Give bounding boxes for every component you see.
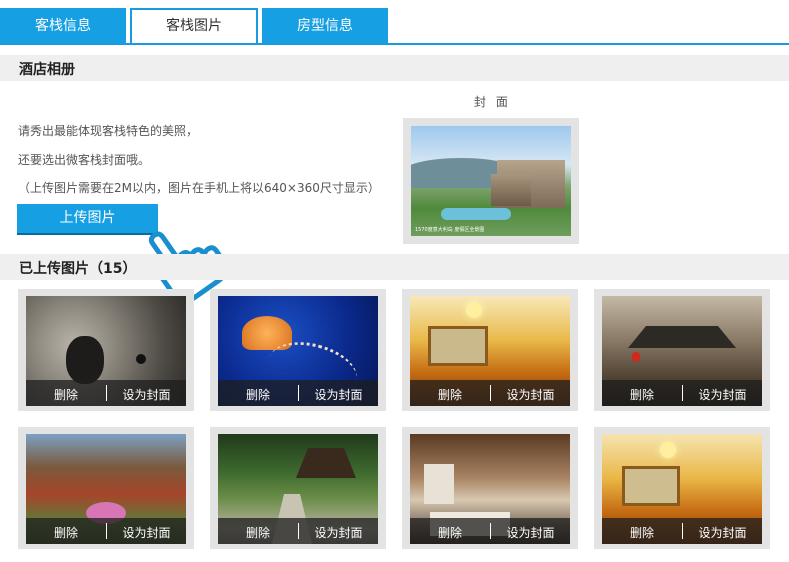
photo-thumb-jellyfish[interactable]: 删除 设为封面	[218, 296, 378, 406]
set-cover-button[interactable]: 设为封面	[299, 386, 378, 403]
delete-button[interactable]: 删除	[410, 524, 490, 541]
tab-bar: 客栈信息 客栈图片 房型信息	[0, 0, 789, 45]
photo-action-bar: 删除 设为封面	[26, 518, 186, 544]
tab-room-types[interactable]: 房型信息	[262, 8, 388, 45]
album-desc-line1: 请秀出最能体现客栈特色的美照，	[18, 124, 199, 138]
tab-underline	[0, 43, 789, 45]
photo-thumb-garden[interactable]: 删除 设为封面	[218, 434, 378, 544]
tab-inn-info[interactable]: 客栈信息	[0, 8, 126, 45]
town-lantern	[632, 352, 640, 362]
photo-action-bar: 删除 设为封面	[218, 380, 378, 406]
delete-button[interactable]: 删除	[602, 524, 682, 541]
set-cover-button[interactable]: 设为封面	[491, 524, 570, 541]
delete-button[interactable]: 删除	[410, 386, 490, 403]
set-cover-button[interactable]: 设为封面	[107, 524, 186, 541]
cover-pool	[441, 208, 511, 220]
photo-action-bar: 删除 设为封面	[218, 518, 378, 544]
delete-button[interactable]: 删除	[218, 386, 298, 403]
album-section-title: 酒店相册	[19, 62, 75, 78]
photo-action-bar: 删除 设为封面	[26, 380, 186, 406]
photo-action-bar: 删除 设为封面	[602, 380, 762, 406]
photo-card: 删除 设为封面	[18, 427, 194, 549]
cover-photo: 1570度意大利岛 度假区全景图	[411, 126, 571, 236]
photo-card: 删除 设为封面	[402, 289, 578, 411]
cover-caption: 1570度意大利岛 度假区全景图	[415, 227, 485, 233]
album-section-header: 酒店相册	[0, 55, 789, 81]
photo-card: 删除 设为封面	[210, 427, 386, 549]
album-desc-line2: 还要选出微客栈封面哦。	[18, 153, 151, 167]
photo-action-bar: 删除 设为封面	[410, 380, 570, 406]
cover-label: 封 面	[474, 95, 511, 109]
hall-painting	[428, 326, 488, 366]
photo-action-bar: 删除 设为封面	[602, 518, 762, 544]
set-cover-button[interactable]: 设为封面	[683, 386, 762, 403]
photo-thumb-flower-street[interactable]: 删除 设为封面	[26, 434, 186, 544]
photo-card: 删除 设为封面	[402, 427, 578, 549]
koala-eye	[136, 354, 146, 364]
photo-thumb-golden-hall[interactable]: 删除 设为封面	[410, 296, 570, 406]
photo-card: 删除 设为封面	[594, 427, 770, 549]
photo-card: 删除 设为封面	[18, 289, 194, 411]
town-roof	[628, 326, 736, 348]
album-desc-line3: （上传图片需要在2M以内，图片在手机上将以640×360尺寸显示）	[18, 181, 380, 195]
tab-inn-photos[interactable]: 客栈图片	[130, 8, 258, 45]
set-cover-button[interactable]: 设为封面	[107, 386, 186, 403]
set-cover-button[interactable]: 设为封面	[683, 524, 762, 541]
koala-nose	[66, 336, 104, 384]
photo-card: 删除 设为封面	[210, 289, 386, 411]
garden-pavilion	[296, 448, 356, 478]
hall-lamp	[466, 302, 482, 318]
photo-action-bar: 删除 设为封面	[410, 518, 570, 544]
delete-button[interactable]: 删除	[602, 386, 682, 403]
cover-photo-frame: 1570度意大利岛 度假区全景图	[403, 118, 579, 244]
photo-thumb-golden-hall-2[interactable]: 删除 设为封面	[602, 434, 762, 544]
set-cover-button[interactable]: 设为封面	[491, 386, 570, 403]
photo-thumb-old-town[interactable]: 删除 设为封面	[602, 296, 762, 406]
photo-thumb-wooden-room[interactable]: 删除 设为封面	[410, 434, 570, 544]
uploaded-section-title: 已上传图片（15）	[19, 261, 137, 277]
delete-button[interactable]: 删除	[26, 386, 106, 403]
set-cover-button[interactable]: 设为封面	[299, 524, 378, 541]
uploaded-section-header: 已上传图片（15）	[0, 254, 789, 280]
photo-card: 删除 设为封面	[594, 289, 770, 411]
cover-building-2	[491, 174, 531, 206]
photo-thumb-koala[interactable]: 删除 设为封面	[26, 296, 186, 406]
delete-button[interactable]: 删除	[218, 524, 298, 541]
delete-button[interactable]: 删除	[26, 524, 106, 541]
hall-painting	[622, 466, 680, 506]
room-window	[424, 464, 454, 504]
hall-lamp	[660, 442, 676, 458]
